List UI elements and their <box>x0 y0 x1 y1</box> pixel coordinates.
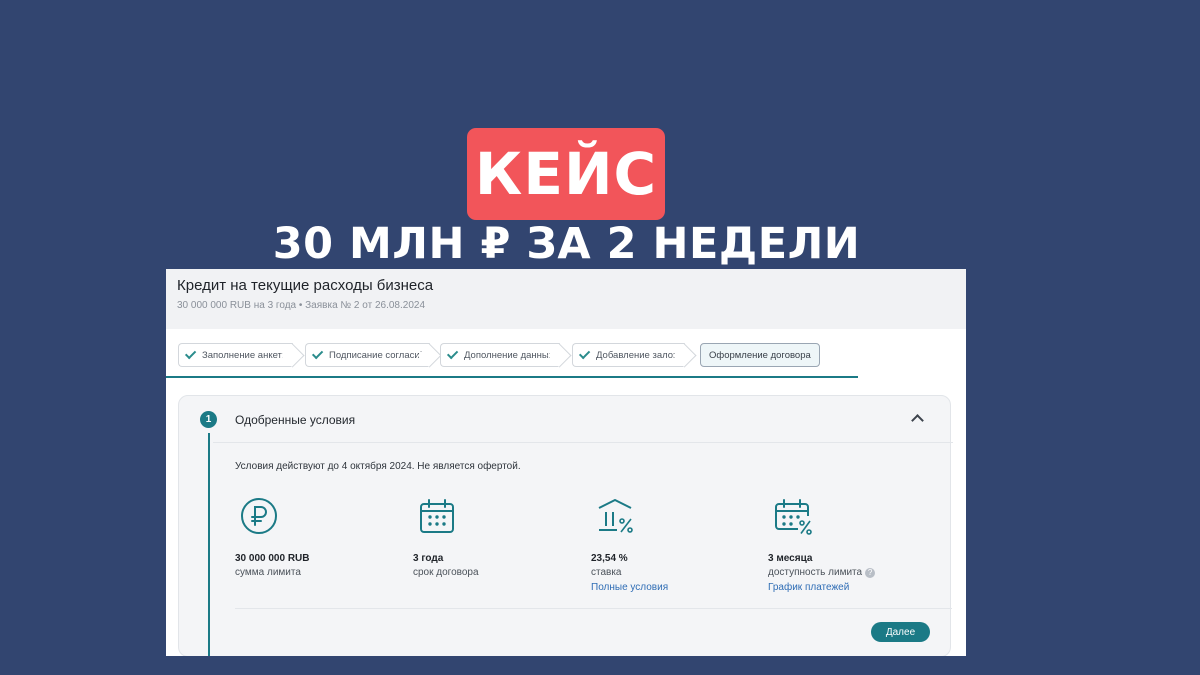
check-icon <box>446 347 459 360</box>
bank-percent-icon <box>598 499 633 533</box>
ruble-icon <box>241 498 277 534</box>
case-badge: КЕЙС <box>467 128 665 220</box>
stat-limit-availability: 3 месяца доступность лимита? График плат… <box>768 496 938 596</box>
check-icon <box>311 347 324 360</box>
headline: 30 МЛН ₽ ЗА 2 НЕДЕЛИ <box>272 219 861 269</box>
check-icon <box>578 347 591 360</box>
timeline-line <box>208 433 210 656</box>
progress-line <box>166 376 858 378</box>
step-contract[interactable]: Оформление договора <box>700 343 820 367</box>
stat-value: 3 года <box>413 553 444 564</box>
next-button[interactable]: Далее <box>871 622 930 642</box>
stat-label: ставка <box>591 567 622 578</box>
conditions-note: Условия действуют до 4 октября 2024. Не … <box>235 461 521 472</box>
page-title: Кредит на текущие расходы бизнеса <box>177 277 434 294</box>
stat-label: сумма лимита <box>235 567 301 578</box>
calendar-icon <box>420 499 454 533</box>
stat-value: 23,54 % <box>591 553 628 564</box>
card-title: Одобренные условия <box>235 413 356 427</box>
card-divider <box>213 442 953 443</box>
calendar-percent-icon <box>775 499 812 535</box>
check-icon <box>184 347 197 360</box>
panel-header: Кредит на текущие расходы бизнеса 30 000… <box>166 269 966 329</box>
step-label: Заполнение анкеты <box>202 349 289 361</box>
step-label: Дополнение данных <box>464 349 554 361</box>
screenshot-panel: Кредит на текущие расходы бизнеса 30 000… <box>166 269 966 656</box>
step-questionnaire[interactable]: Заполнение анкеты <box>178 343 293 367</box>
steps-row: Заполнение анкеты Подписание согласий До… <box>166 329 966 377</box>
full-conditions-link[interactable]: Полные условия <box>591 580 761 596</box>
step-number-badge: 1 <box>200 411 217 428</box>
step-label: Оформление договора <box>709 349 811 361</box>
stat-value: 30 000 000 RUB <box>235 553 310 564</box>
approved-conditions-card: 1 Одобренные условия Условия действуют д… <box>178 395 953 656</box>
stat-label: срок договора <box>413 567 479 578</box>
step-additional-data[interactable]: Дополнение данных <box>440 343 560 367</box>
payment-schedule-link[interactable]: График платежей <box>768 580 938 596</box>
stat-label-text: доступность лимита <box>768 567 863 578</box>
bottom-divider <box>235 608 952 609</box>
chevron-up-icon[interactable] <box>911 414 924 427</box>
stat-term: 3 года срок договора <box>413 496 583 580</box>
stat-rate: 23,54 % ставка Полные условия <box>591 496 761 596</box>
stat-limit-amount: 30 000 000 RUB сумма лимита <box>235 496 405 580</box>
stat-label: доступность лимита? <box>768 566 938 580</box>
step-label: Подписание согласий <box>329 349 425 361</box>
step-label: Добавление залога <box>596 349 682 361</box>
step-consents[interactable]: Подписание согласий <box>305 343 430 367</box>
help-icon[interactable]: ? <box>865 568 876 578</box>
application-subtitle: 30 000 000 RUB на 3 года • Заявка № 2 от… <box>177 300 426 311</box>
stat-value: 3 месяца <box>768 553 813 564</box>
step-collateral[interactable]: Добавление залога <box>572 343 685 367</box>
